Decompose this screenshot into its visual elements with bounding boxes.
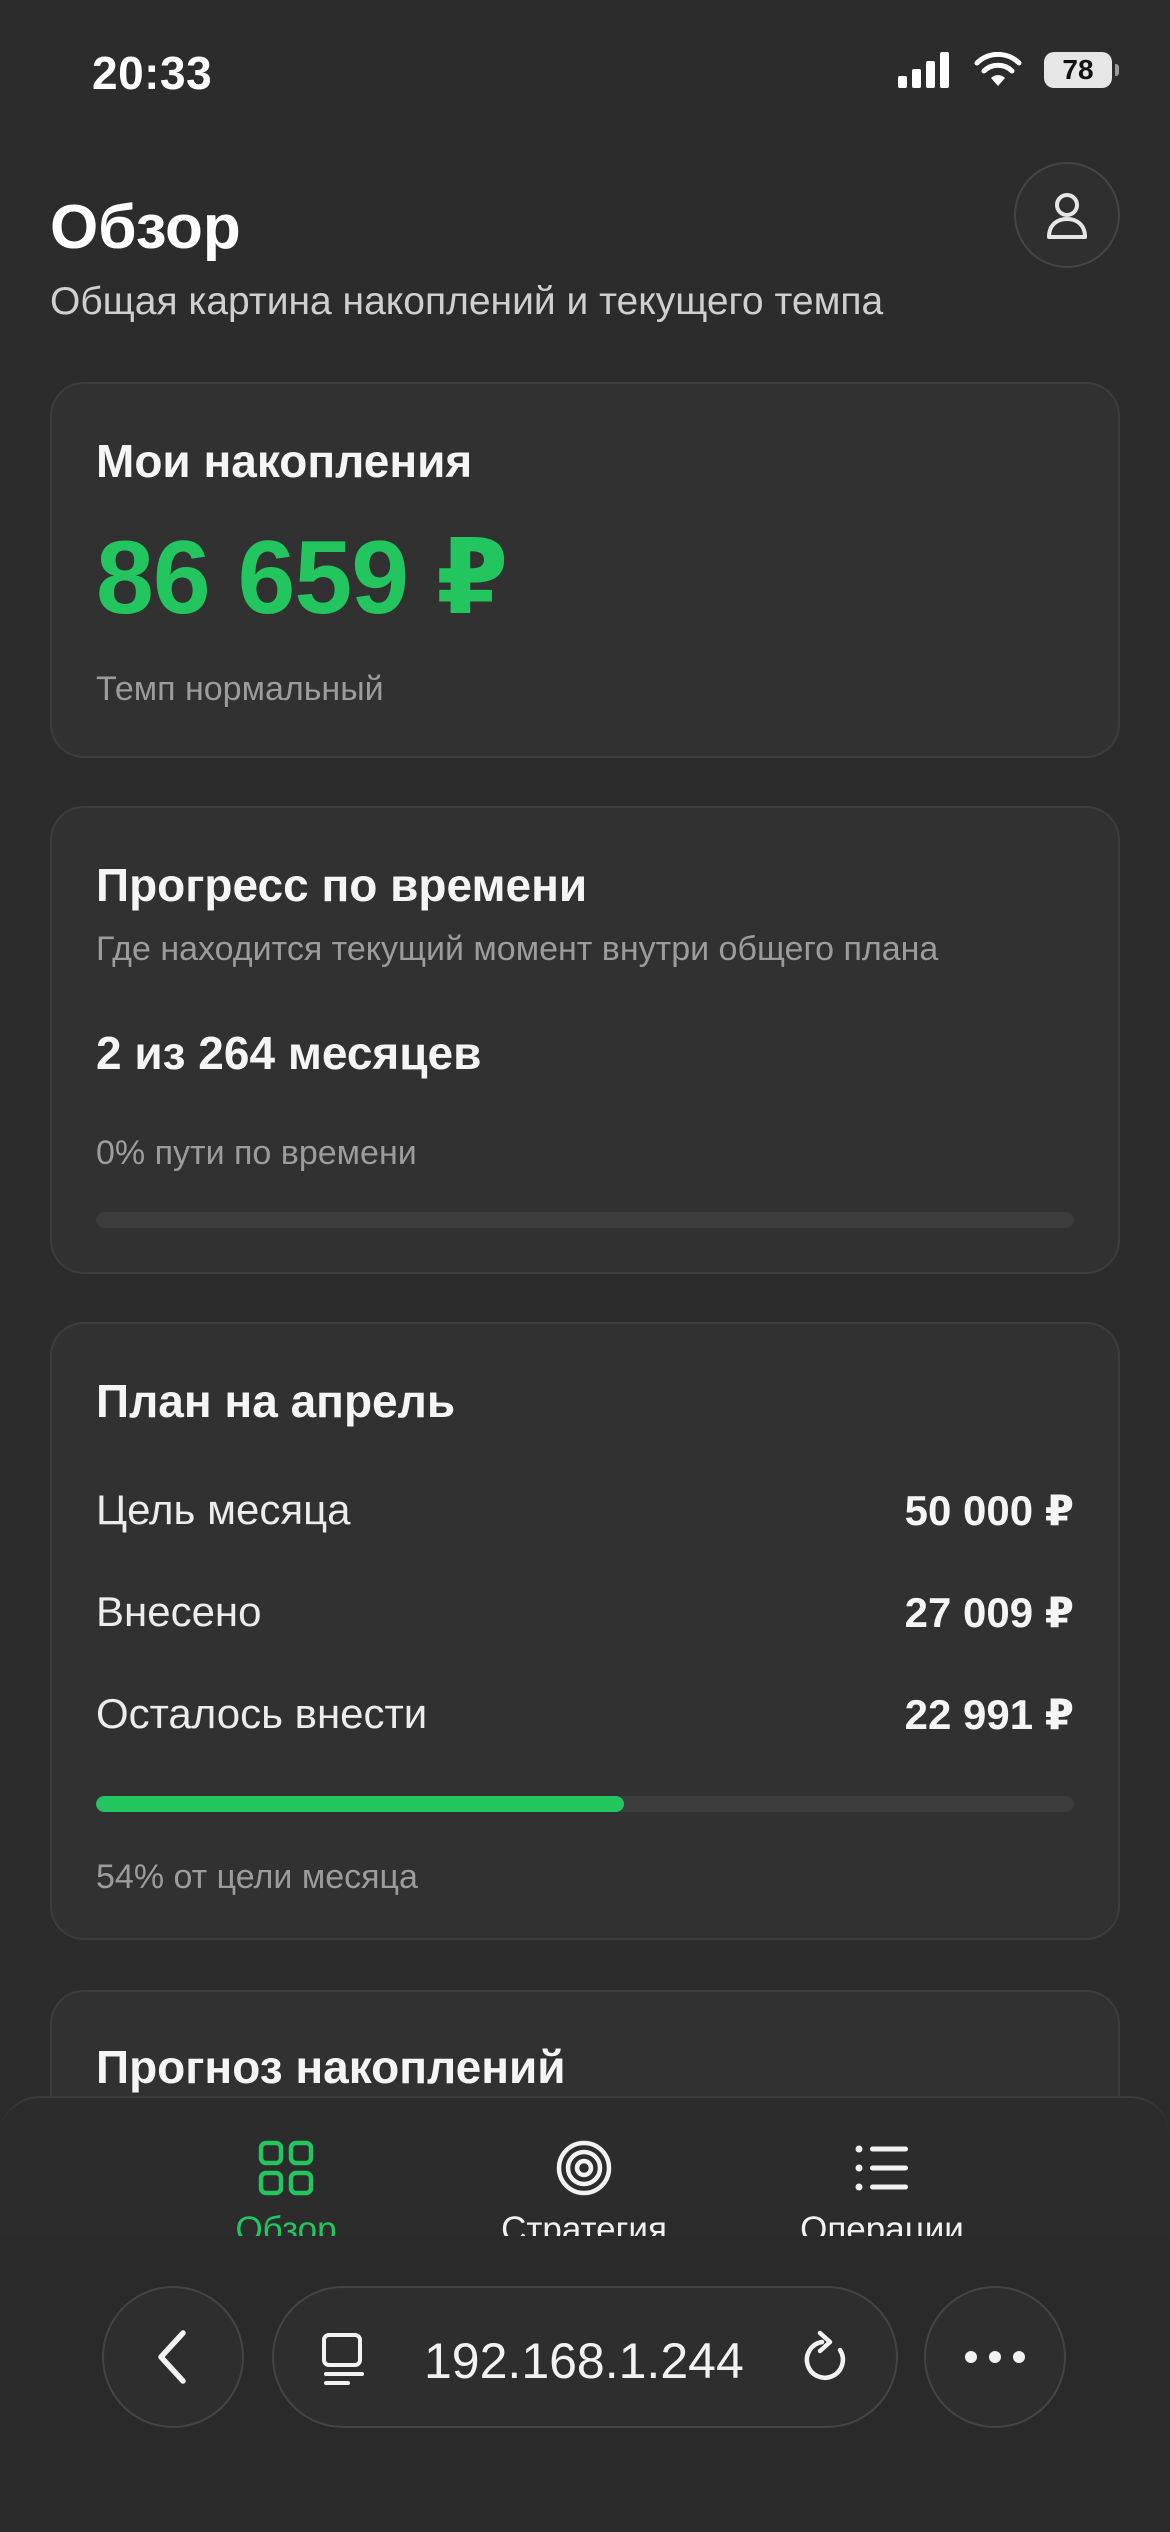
url-text: 192.168.1.244 [424,2333,744,2389]
goal-label: Цель месяца [96,1486,351,1533]
remaining-value: 22 991 ₽ [904,1691,1074,1738]
address-bar[interactable]: 192.168.1.244 [272,2286,898,2428]
grid-icon [258,2140,314,2196]
status-icons: 78 [898,52,1119,88]
cellular-signal-icon [898,52,949,88]
savings-status: Темп нормальный [96,670,384,708]
profile-button[interactable] [1014,162,1120,268]
month-plan-card: План на апрель Цель месяца 50 000 ₽ Внес… [50,1322,1120,1940]
status-time: 20:33 [92,47,213,99]
tab-strategy[interactable]: Стратегия [474,2140,694,2250]
month-progress-caption: 54% от цели месяца [96,1858,418,1896]
battery-indicator: 78 [1044,52,1119,88]
deposited-label: Внесено [96,1588,262,1635]
savings-title: Мои накопления [96,435,473,487]
time-progress-card: Прогресс по времени Где находится текущи… [50,806,1120,1274]
wifi-icon [974,52,1022,86]
page-title: Обзор [50,193,241,262]
time-progress-bar [96,1212,1074,1228]
time-progress-caption: 0% пути по времени [96,1134,417,1172]
month-progress-fill [96,1796,625,1812]
remaining-label: Осталось внести [96,1690,428,1737]
screen: 20:33 78 Обзор Общая картина накоплений … [0,0,1170,2532]
user-icon [1047,193,1087,239]
page-menu-icon [322,2333,364,2385]
goal-value: 50 000 ₽ [904,1487,1074,1534]
forecast-title: Прогноз накоплений [96,2041,566,2093]
more-dots-icon [965,2351,1025,2363]
savings-card: Мои накопления 86 659 ₽ Темп нормальный [50,382,1120,758]
month-progress-bar [96,1796,1074,1812]
reload-icon[interactable] [800,2330,852,2386]
list-icon [855,2145,908,2191]
savings-amount: 86 659 ₽ [96,520,508,636]
time-progress-title: Прогресс по времени [96,859,588,911]
months-count: 2 из 264 месяцев [96,1027,482,1079]
tab-operations[interactable]: Операции [772,2140,992,2250]
month-plan-title: План на апрель [96,1375,456,1427]
tab-overview[interactable]: Обзор [176,2140,396,2250]
target-icon [556,2140,612,2196]
more-button[interactable] [924,2286,1066,2428]
chevron-left-icon [158,2330,186,2384]
page-subtitle: Общая картина накоплений и текущего темп… [50,280,884,323]
time-progress-subtitle: Где находится текущий момент внутри обще… [96,930,939,968]
deposited-value: 27 009 ₽ [904,1589,1074,1636]
back-button[interactable] [102,2286,244,2428]
